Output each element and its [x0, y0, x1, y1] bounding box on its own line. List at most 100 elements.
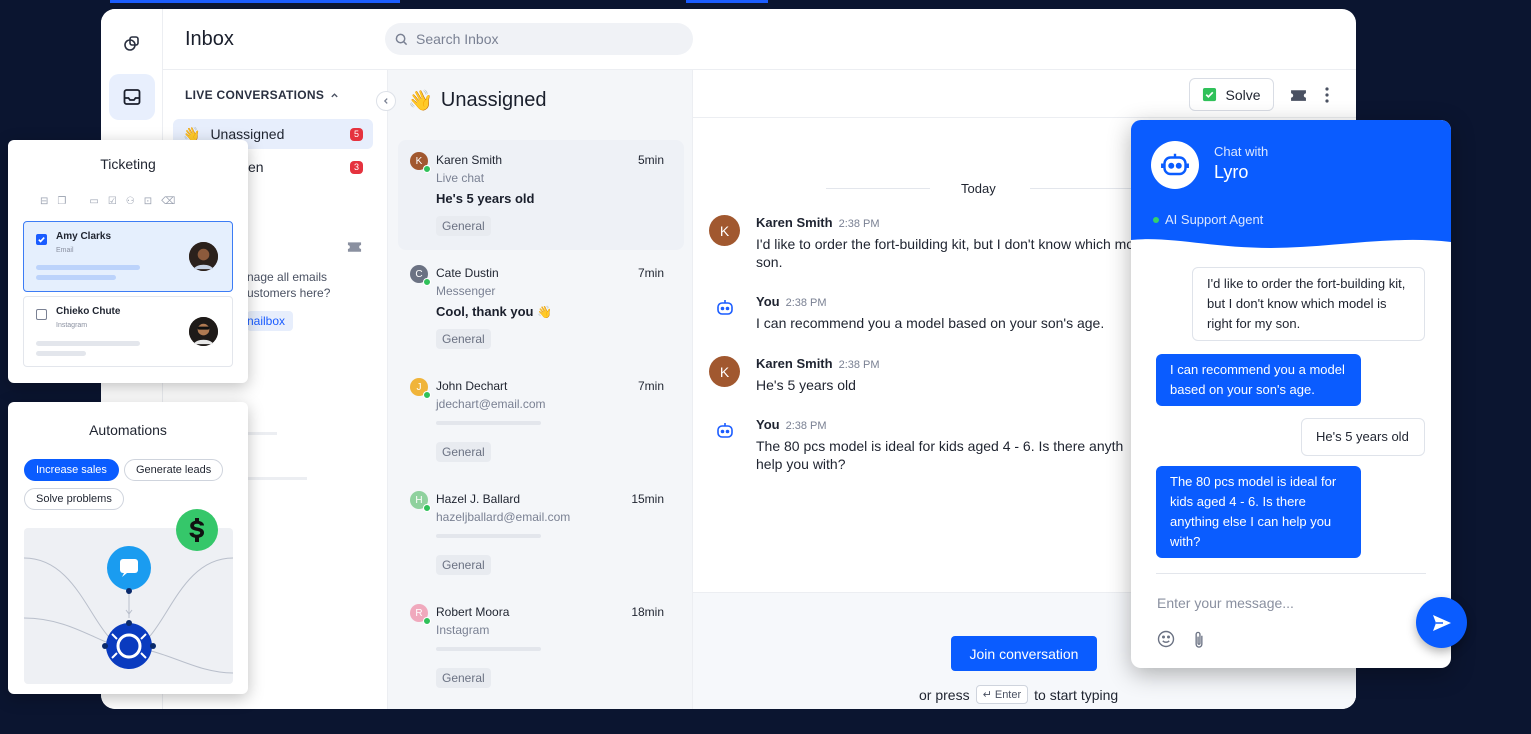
ticket-card[interactable]: Chieko Chute Instagram	[23, 296, 233, 367]
keyboard-hint: or press ↵ Enter to start typing	[919, 685, 1118, 704]
user-message-bubble: I'd like to order the fort-building kit,…	[1192, 267, 1425, 341]
message-author: Karen Smith 2:38 PM	[756, 356, 880, 371]
chip-solve-problems[interactable]: Solve problems	[24, 488, 124, 510]
lyro-header: Chat with Lyro AI Support Agent	[1131, 120, 1451, 255]
user-plus-icon[interactable]: ⚇	[126, 196, 135, 207]
agent-name: Lyro	[1214, 162, 1249, 182]
rail-inbox-button[interactable]	[109, 74, 155, 120]
minus-square-icon[interactable]: ⊟	[40, 196, 48, 207]
chip-generate-leads[interactable]: Generate leads	[124, 459, 224, 481]
lyro-message-input[interactable]: Enter your message...	[1157, 595, 1294, 611]
ticket-name: Chieko Chute	[56, 306, 121, 317]
ticket-checkbox[interactable]	[36, 309, 47, 320]
paperclip-icon[interactable]	[1193, 630, 1205, 649]
live-conversations-header[interactable]: LIVE CONVERSATIONS	[185, 88, 339, 102]
conversation-time: 7min	[637, 266, 664, 280]
chevron-up-icon	[331, 92, 338, 97]
agent-status-label: AI Support Agent	[1165, 212, 1264, 227]
copy-icon[interactable]: ❐	[57, 196, 66, 207]
ticket-name: Amy Clarks	[56, 231, 112, 242]
ticket-card[interactable]: Amy Clarks Email	[23, 221, 233, 292]
avatar	[189, 317, 218, 346]
widget-title: Ticketing	[100, 156, 156, 172]
send-button[interactable]	[1416, 597, 1467, 648]
mailbox-hint: nage all emails ustomers here?	[247, 269, 330, 301]
conversation-card[interactable]: R Robert Moora 18min Instagram General	[398, 592, 684, 702]
layers-icon	[124, 36, 139, 51]
count-badge: 5	[350, 127, 363, 141]
day-divider-line	[826, 188, 930, 189]
send-icon	[1432, 614, 1451, 631]
ticket-toolbar: ⊟ ❐ ▭ ☑ ⚇ ⊡ ⌫	[40, 196, 175, 207]
conversation-time: 18min	[631, 605, 664, 619]
wave-icon: 👋	[537, 305, 553, 319]
ticket-icon[interactable]	[1290, 89, 1307, 102]
placeholder-bar	[36, 265, 140, 270]
message-text: The 80 pcs model is ideal for kids aged …	[756, 438, 1124, 472]
conversation-card[interactable]: H Hazel J. Ballard 15min hazeljballard@e…	[398, 479, 684, 589]
message-text: He's 5 years old	[756, 377, 856, 393]
message-author: Karen Smith 2:38 PM	[756, 215, 880, 230]
nav-item-label: en	[248, 159, 264, 175]
more-vertical-icon[interactable]	[1325, 87, 1329, 103]
conversation-list: 👋 Unassigned K Karen Smith 5min Live cha…	[387, 70, 693, 709]
ticket-icon[interactable]: ▭	[89, 196, 98, 207]
chevron-left-icon	[383, 98, 388, 104]
message-author: You 2:38 PM	[756, 417, 827, 432]
message-time: 2:38 PM	[838, 359, 880, 371]
connect-mailbox-button[interactable]: nailbox	[247, 311, 294, 331]
channel-label: Instagram	[436, 623, 490, 637]
check-icon	[38, 236, 45, 243]
placeholder-bar	[36, 275, 116, 280]
avatar: K	[709, 215, 740, 246]
contact-name: Karen Smith	[436, 153, 503, 167]
lyro-avatar	[1151, 141, 1199, 189]
bot-message-bubble: The 80 pcs model is ideal for kids aged …	[1156, 466, 1361, 558]
composer-divider	[1156, 573, 1426, 574]
search-placeholder: Search Inbox	[416, 31, 499, 47]
automations-widget: Automations Increase sales Generate lead…	[8, 402, 248, 694]
online-indicator	[1153, 216, 1159, 223]
conversation-card[interactable]: C Cate Dustin 7min Messenger Cool, thank…	[398, 253, 684, 363]
author-name: You	[756, 294, 780, 309]
tag-badge: General	[436, 329, 491, 349]
author-name: Karen Smith	[756, 215, 833, 230]
conversation-card[interactable]: K Karen Smith 5min Live chat He's 5 year…	[398, 140, 684, 250]
join-conversation-button[interactable]: Join conversation	[951, 636, 1097, 671]
chip-increase-sales[interactable]: Increase sales	[24, 459, 119, 481]
ticket-icon[interactable]	[347, 241, 362, 253]
dollar-icon	[176, 509, 218, 551]
rail-logo-button[interactable]	[109, 21, 155, 67]
user-message-bubble: He's 5 years old	[1301, 418, 1425, 456]
tag-badge: General	[436, 442, 491, 462]
person-avatar-icon	[189, 242, 218, 271]
message-author: You 2:38 PM	[756, 294, 827, 309]
check-square-icon[interactable]: ☑	[108, 196, 117, 207]
list-header: 👋 Unassigned	[408, 88, 547, 113]
solve-button[interactable]: Solve	[1189, 78, 1274, 111]
collapse-button[interactable]	[376, 91, 396, 111]
page-title: Inbox	[185, 28, 234, 50]
agent-status: AI Support Agent	[1153, 212, 1263, 227]
search-input[interactable]: Search Inbox	[385, 23, 693, 55]
conversation-time: 7min	[637, 379, 664, 393]
day-divider-line	[1030, 188, 1134, 189]
conversation-card[interactable]: J John Dechart 7min jdechart@email.com G…	[398, 366, 684, 476]
channel-label: Live chat	[436, 171, 485, 185]
online-indicator	[423, 278, 431, 286]
author-name: Karen Smith	[756, 356, 833, 371]
channel-label: hazeljballard@email.com	[436, 510, 571, 524]
ticketing-widget: Ticketing ⊟ ❐ ▭ ☑ ⚇ ⊡ ⌫ Amy Clarks Email…	[8, 140, 248, 383]
ticket-source: Email	[56, 247, 74, 254]
emoji-icon[interactable]	[1157, 630, 1175, 648]
ticket-source: Instagram	[56, 322, 88, 329]
export-icon[interactable]: ⊡	[144, 196, 152, 207]
tag-badge: General	[436, 668, 491, 688]
message-time: 2:38 PM	[838, 218, 880, 230]
trash-icon[interactable]: ⌫	[161, 196, 175, 207]
bot-icon	[717, 300, 733, 315]
message-time: 2:38 PM	[785, 297, 827, 309]
placeholder-line	[247, 477, 307, 480]
conversation-time: 15min	[631, 492, 664, 506]
contact-name: John Dechart	[436, 379, 508, 393]
